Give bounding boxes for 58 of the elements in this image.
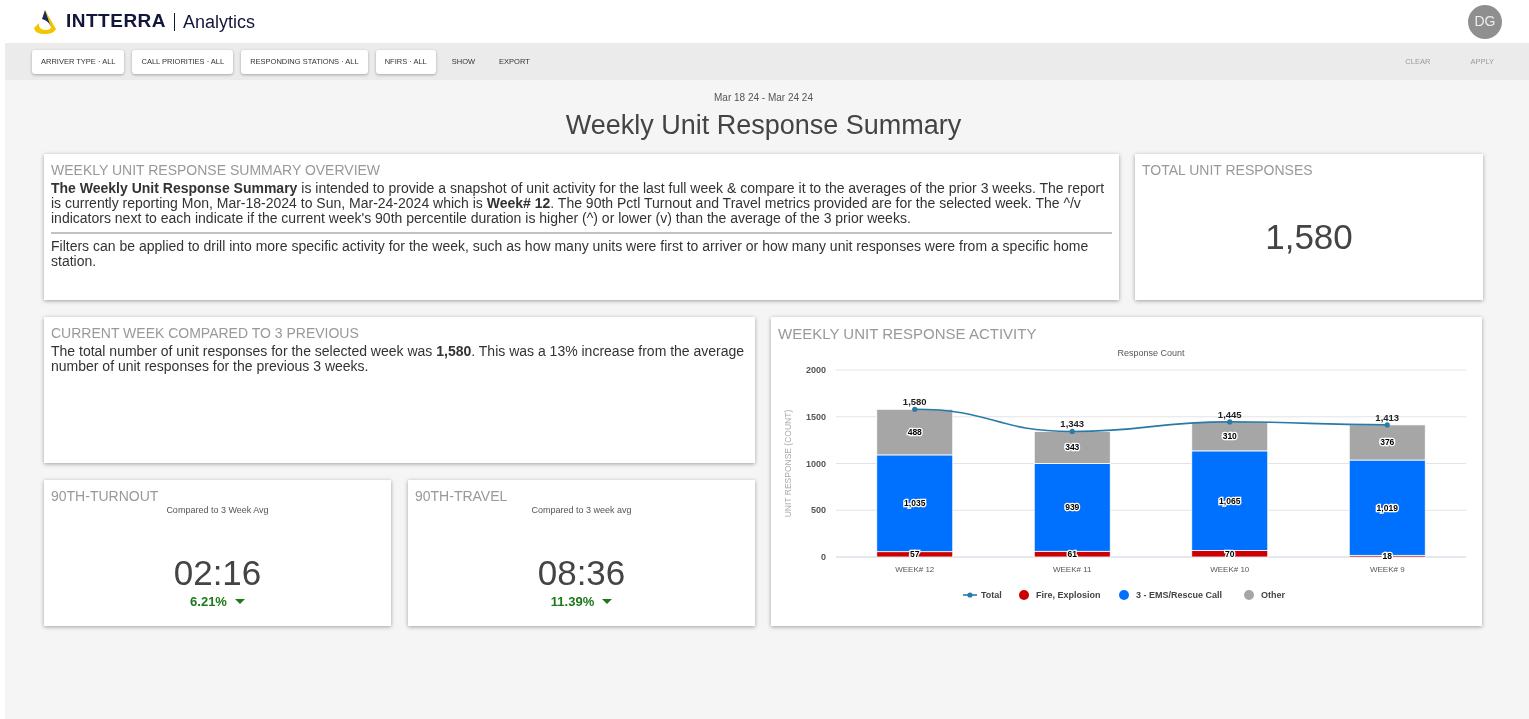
- category-label: WEEK# 11: [1053, 565, 1092, 574]
- data-label: 1,065: [1219, 495, 1241, 506]
- card-subtitle: Compared to 3 week avg: [530, 503, 633, 517]
- brand-name: INTTERRA: [66, 9, 167, 34]
- caret-down-icon: [602, 599, 613, 605]
- category-label: WEEK# 10: [1210, 565, 1250, 574]
- line-point: [1069, 428, 1075, 435]
- page-title: Weekly Unit Response Summary: [564, 109, 963, 142]
- data-label: 488: [907, 427, 922, 438]
- comparison-text: The total number of unit responses for the selected week was 1,580. This was a 13% increase from the average number of unit responses for the previous 3 weeks.: [51, 343, 746, 374]
- card-title: 90TH-TRAVEL: [415, 486, 509, 506]
- data-label: 310: [1222, 431, 1237, 442]
- change-percent: 6.21%: [190, 593, 227, 611]
- data-label: 61: [1067, 549, 1077, 560]
- date-range: Mar 18 24 - Mar 24 24: [713, 91, 814, 105]
- legend-line-icon: [962, 592, 978, 598]
- data-label: 1,019: [1376, 502, 1398, 513]
- axis-title: UNIT RESPONSE (COUNT): [783, 409, 793, 518]
- axis-tick-label: 1000: [805, 458, 826, 469]
- legend-label[interactable]: Other: [1261, 590, 1285, 600]
- data-label: 1,343: [1060, 418, 1085, 430]
- legend-label[interactable]: Fire, Explosion: [1036, 590, 1101, 600]
- total-value: 1,580: [1265, 215, 1353, 258]
- data-label: 939: [1065, 502, 1080, 513]
- data-label: 1,035: [904, 498, 926, 509]
- legend-label[interactable]: Total: [981, 590, 1002, 600]
- card-title: TOTAL UNIT RESPONSES: [1142, 160, 1314, 180]
- overview-text: The Weekly Unit Response Summary is intended to provide a snapshot of unit activity for the last full week & compare it to the averages of the prior 3 weeks. The report is currently reporting Mon, Mar-18-2024 to Sun, Mar-24-2024 which is Week# 12. The 90th Pctl Turnout and Travel metrics provided are for the selected week. The ^/v indicators next to each indicate if the current week's 90th percentile duration is higher (^) or lower (v) than the average of the 3 prior weeks.: [51, 180, 1106, 226]
- data-label: 376: [1380, 437, 1395, 448]
- product-name: Analytics: [174, 12, 256, 31]
- line-point: [1227, 419, 1233, 425]
- card-subtitle: Compared to 3 Week Avg: [165, 503, 270, 517]
- card-title: 90TH-TURNOUT: [51, 486, 160, 506]
- overview-text: Filters can be applied to drill into more specific activity for the week, such as how many units were first to arriver or how many unit responses were from a specific home station.: [51, 238, 1090, 269]
- category-label: WEEK# 12: [895, 565, 935, 574]
- axis-tick-label: 1500: [805, 411, 826, 422]
- data-label: 57: [910, 549, 920, 560]
- data-label: 1,445: [1217, 408, 1242, 420]
- line-point: [912, 406, 918, 412]
- axis-tick-label: 0: [821, 552, 826, 562]
- card-title: CURRENT WEEK COMPARED TO 3 PREVIOUS: [51, 323, 360, 343]
- caret-down-icon: [234, 599, 245, 605]
- change-percent: 11.39%: [550, 593, 595, 611]
- category-label: WEEK# 9: [1369, 565, 1405, 574]
- card-title: WEEKLY UNIT RESPONSE ACTIVITY: [778, 323, 1038, 344]
- legend-label[interactable]: 3 - EMS/Rescue Call: [1136, 590, 1223, 600]
- card-title: WEEKLY UNIT RESPONSE SUMMARY OVERVIEW: [51, 160, 382, 180]
- axis-tick-label: 2000: [805, 365, 826, 375]
- logo-icon: [32, 8, 58, 35]
- data-label: 1,580: [902, 396, 927, 408]
- data-label: 1,413: [1375, 411, 1400, 423]
- data-label: 343: [1065, 442, 1080, 453]
- metric-value: 02:16: [173, 554, 262, 592]
- chart-title: Response Count: [1117, 348, 1185, 358]
- line-point: [1384, 422, 1390, 428]
- data-label: 70: [1225, 548, 1235, 559]
- axis-tick-label: 500: [810, 505, 826, 516]
- metric-value: 08:36: [537, 554, 626, 592]
